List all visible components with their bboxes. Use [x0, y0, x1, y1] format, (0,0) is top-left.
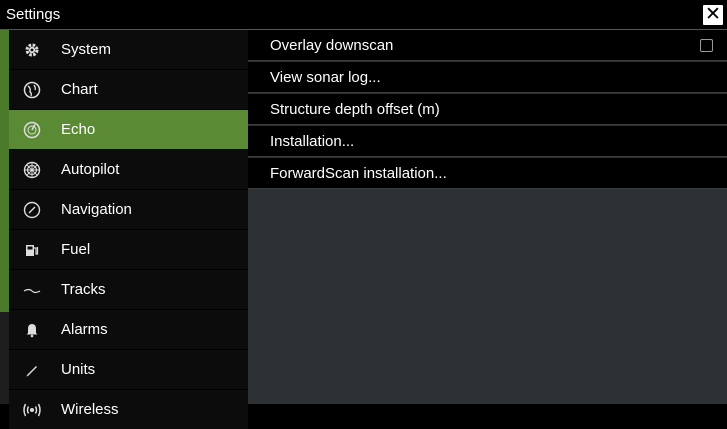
structure-depth-offset-row[interactable]: Structure depth offset (m) [248, 94, 727, 125]
forwardscan-installation-label: ForwardScan installation... [270, 164, 447, 182]
wireless-icon [22, 400, 42, 420]
echo-settings-panel: Overlay downscan View sonar log... Struc… [248, 30, 727, 404]
sidebar-item-autopilot[interactable]: Autopilot [9, 150, 248, 189]
window-title: Settings [6, 6, 61, 23]
sonar-icon [22, 120, 42, 140]
close-button[interactable]: ✕ [703, 5, 723, 25]
sidebar-item-label: Fuel [61, 241, 91, 258]
sidebar-scroll-track[interactable] [0, 312, 9, 404]
close-icon: ✕ [705, 4, 721, 25]
sidebar-item-label: Alarms [61, 321, 108, 338]
view-sonar-log-row[interactable]: View sonar log... [248, 62, 727, 93]
sidebar-item-units[interactable]: Units [9, 350, 248, 389]
overlay-downscan-label: Overlay downscan [270, 36, 394, 54]
sidebar-item-label: Autopilot [61, 161, 120, 178]
gear-icon [22, 40, 42, 60]
sidebar-scroll-rail[interactable] [0, 30, 9, 312]
sidebar-item-fuel[interactable]: Fuel [9, 230, 248, 269]
sidebar-item-chart[interactable]: Chart [9, 70, 248, 109]
sidebar-item-alarms[interactable]: Alarms [9, 310, 248, 349]
view-sonar-log-label: View sonar log... [270, 68, 381, 86]
fuel-icon [22, 240, 42, 260]
bell-icon [22, 320, 42, 340]
helm-icon [22, 160, 42, 180]
installation-label: Installation... [270, 132, 355, 150]
sidebar-item-navigation[interactable]: Navigation [9, 190, 248, 229]
sidebar-item-label: Chart [61, 81, 98, 98]
installation-row[interactable]: Installation... [248, 126, 727, 157]
settings-sidebar: System Chart Echo Autopilot Navigation F… [0, 30, 248, 429]
sidebar-item-label: Echo [61, 121, 96, 138]
forwardscan-installation-row[interactable]: ForwardScan installation... [248, 158, 727, 189]
tracks-icon [22, 280, 42, 300]
compass-icon [22, 200, 42, 220]
sidebar-item-tracks[interactable]: Tracks [9, 270, 248, 309]
sidebar-item-label: Navigation [61, 201, 132, 218]
sidebar-item-label: System [61, 41, 112, 58]
sidebar-item-wireless[interactable]: Wireless [9, 390, 248, 429]
overlay-downscan-checkbox[interactable] [700, 39, 713, 52]
settings-window: Settings ✕ System Chart Echo Autopilot N… [0, 0, 727, 429]
sidebar-item-label: Units [61, 361, 96, 378]
title-bar: Settings ✕ [0, 0, 727, 30]
structure-depth-offset-label: Structure depth offset (m) [270, 100, 440, 118]
pencil-icon [22, 360, 42, 380]
globe-icon [22, 80, 42, 100]
overlay-downscan-row[interactable]: Overlay downscan [248, 30, 727, 61]
sidebar-item-label: Tracks [61, 281, 106, 298]
sidebar-item-system[interactable]: System [9, 30, 248, 69]
sidebar-item-echo[interactable]: Echo [9, 110, 248, 149]
